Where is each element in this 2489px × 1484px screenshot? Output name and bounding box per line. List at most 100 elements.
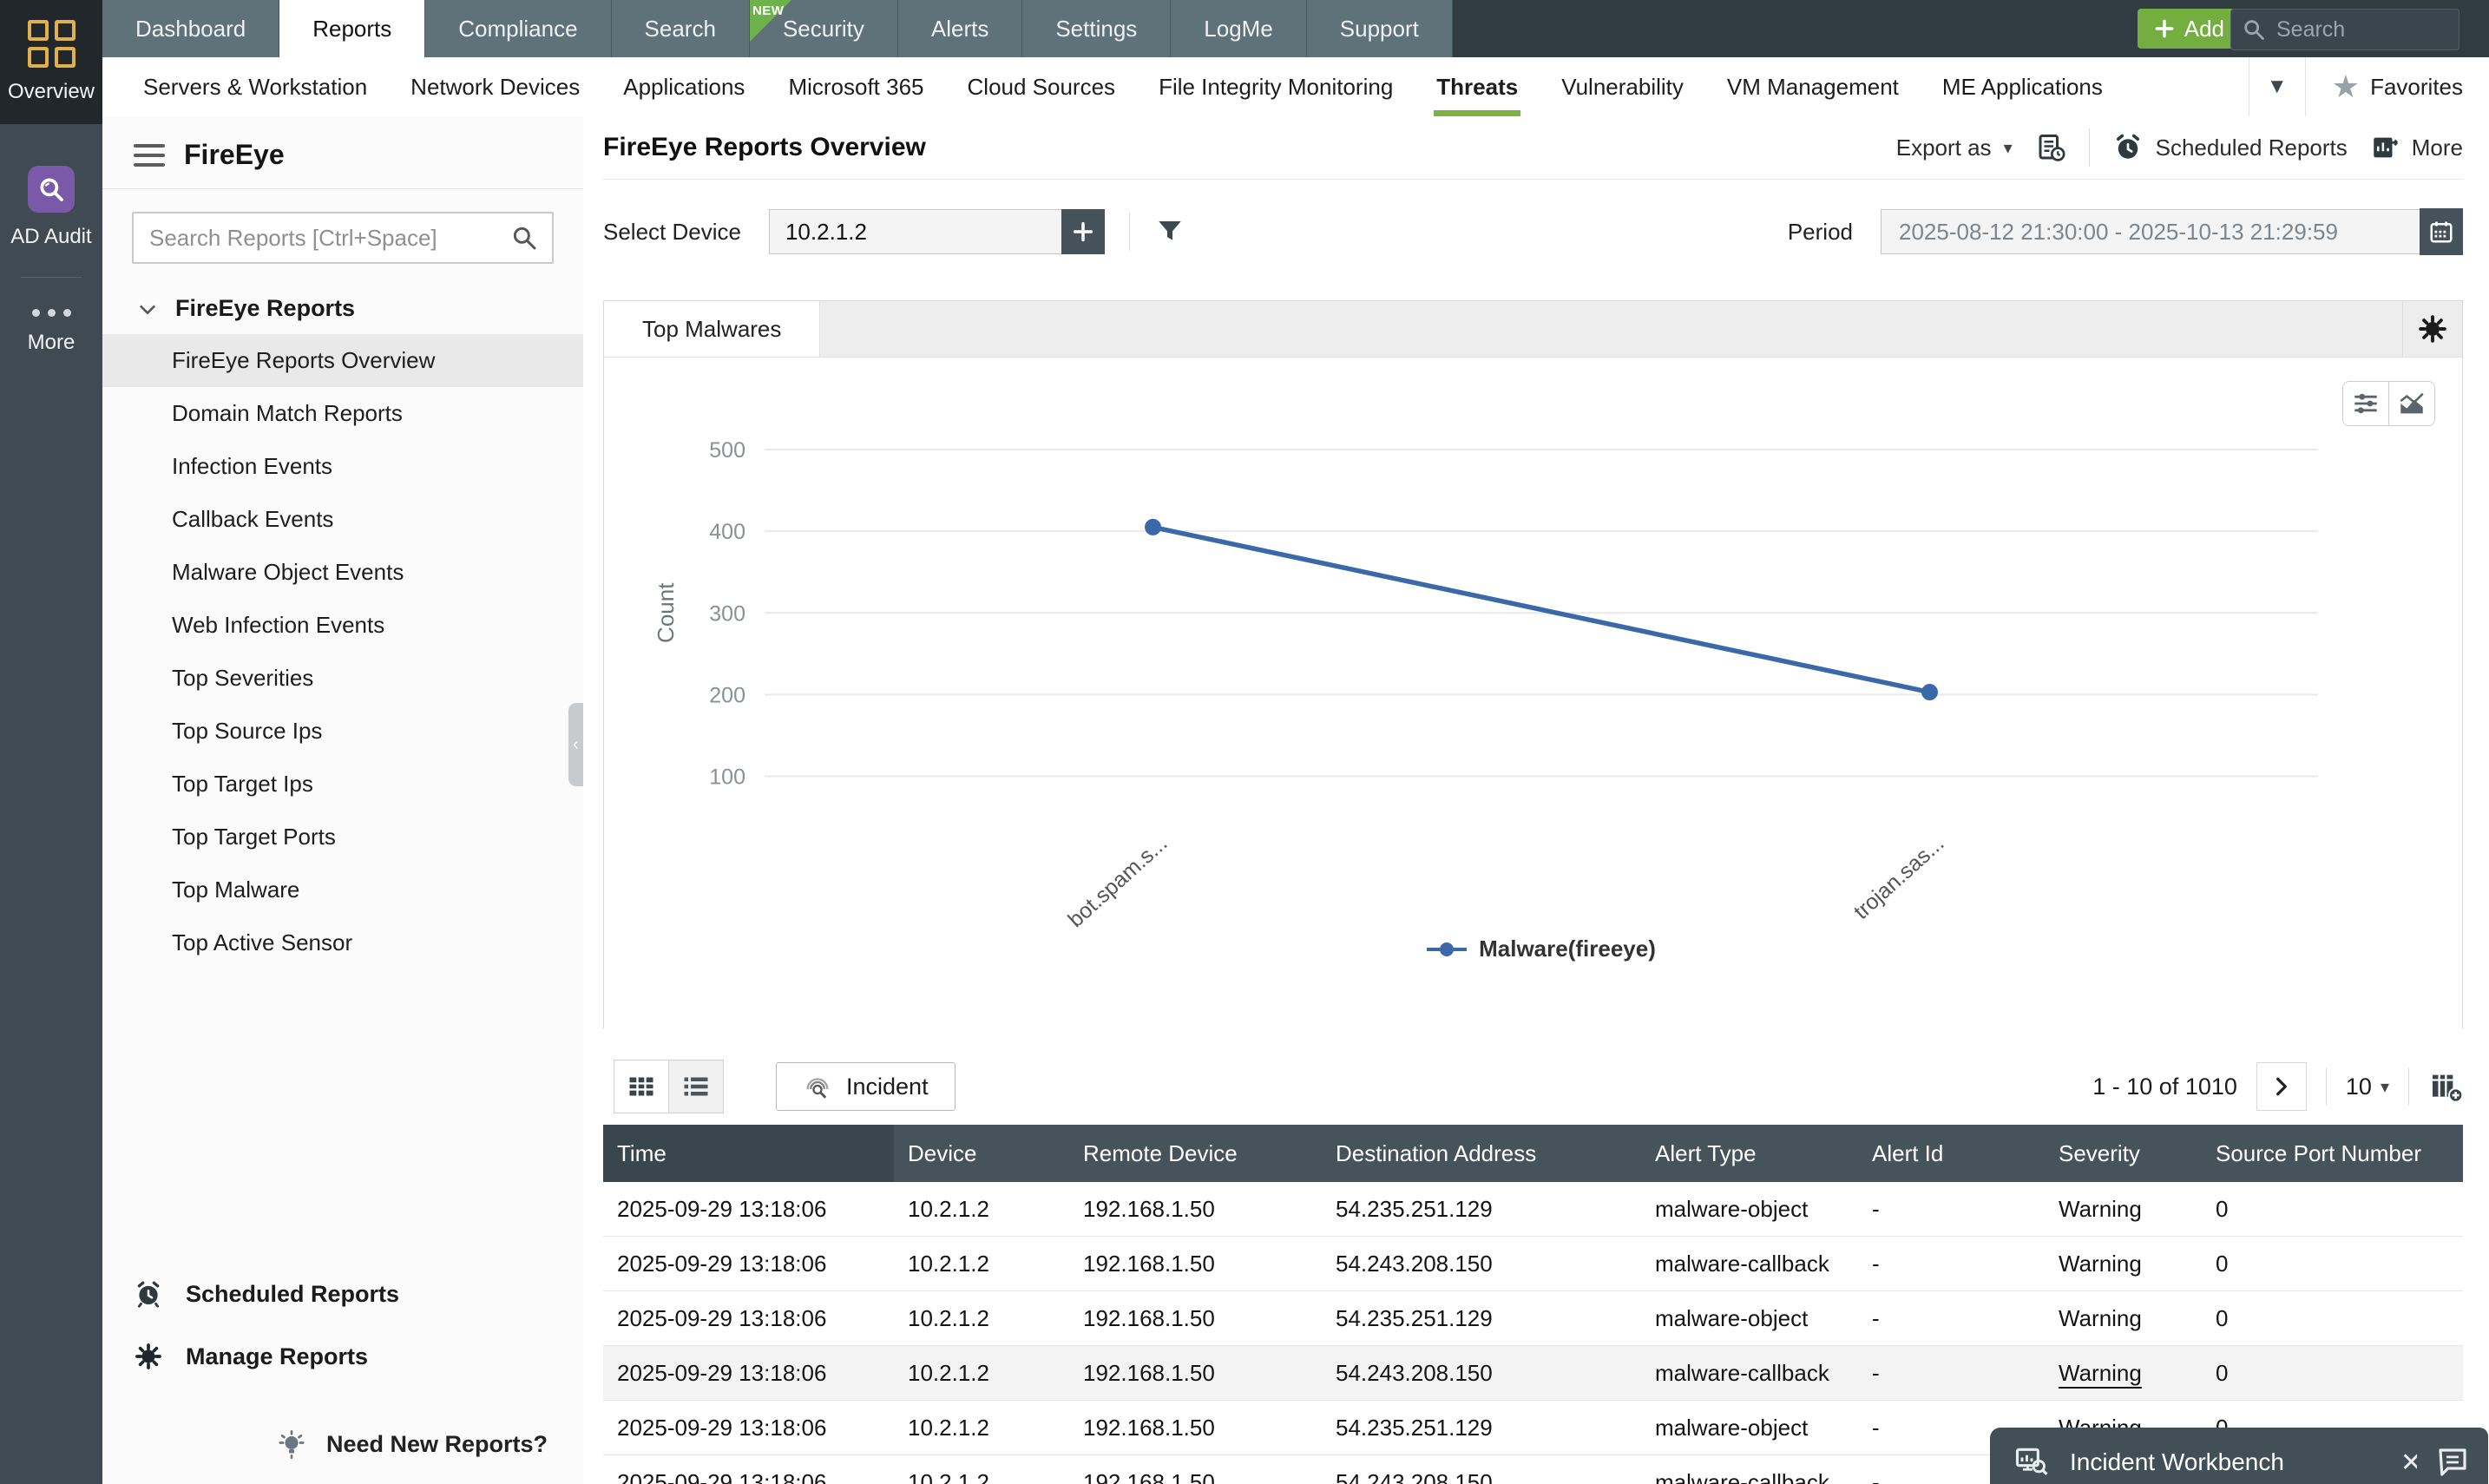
sidebar-item-malware-object-events[interactable]: Malware Object Events [102,546,583,599]
incident-workbench-popup[interactable]: Incident Workbench ✕ [1990,1428,2445,1484]
subnav-tab-servers-workstation[interactable]: Servers & Workstation [121,57,389,116]
overview-label: Overview [7,80,95,103]
global-search-input[interactable] [2275,16,2448,43]
hamburger-menu-icon[interactable] [134,143,165,167]
subnav-tab-network-devices[interactable]: Network Devices [389,57,601,116]
page-header: FireEye Reports Overview Export as ▾ Sch… [603,116,2463,180]
export-schedule-button[interactable] [2035,132,2066,163]
topnav-tab-settings[interactable]: Settings [1022,0,1172,57]
svg-text:Count: Count [653,582,679,643]
topnav-tab-logme[interactable]: LogMe [1171,0,1307,57]
more-button[interactable]: More [2370,133,2463,162]
table-row[interactable]: 2025-09-29 13:18:06 10.2.1.2 192.168.1.50 5… [603,1236,2463,1291]
topnav-tab-label: Search [644,15,716,42]
topnav-tab-support[interactable]: Support [1306,0,1453,57]
report-list: FireEye Reports Overview Domain Match Rep… [102,334,583,969]
global-search-box[interactable] [2230,9,2459,50]
sidebar-item-top-malware[interactable]: Top Malware [102,863,583,916]
next-page-button[interactable] [2256,1062,2307,1111]
report-search-box[interactable] [132,212,554,264]
topnav-tab-compliance[interactable]: Compliance [425,0,612,57]
new-badge: NEW [752,3,785,18]
svg-text:500: 500 [709,438,745,463]
topnav-tab-label: Compliance [458,15,578,42]
cell-alert-id: - [1858,1182,2045,1237]
report-group-fireeye-reports[interactable]: FireEye Reports [102,264,583,334]
chat-widget-button[interactable] [2417,1428,2488,1484]
subnav-tab-vm-management[interactable]: VM Management [1705,57,1921,116]
rail-item-ad-audit[interactable]: AD Audit [0,166,102,249]
subnav-overflow-button[interactable]: ▼ [2248,57,2306,116]
topnav-tab-search[interactable]: Search [611,0,750,57]
period-input[interactable] [1881,209,2420,254]
chart-legend-item[interactable]: Malware(fireeye) [765,936,2318,962]
subnav-tab-file-integrity-monitoring[interactable]: File Integrity Monitoring [1137,57,1415,116]
sidebar-item-top-active-sensor[interactable]: Top Active Sensor [102,916,583,969]
export-as-label: Export as [1895,134,1992,161]
rail-item-more[interactable]: More [0,309,102,355]
calendar-button[interactable] [2420,208,2463,255]
need-new-reports-link[interactable]: Need New Reports? [276,1428,548,1460]
subnav-tab-applications[interactable]: Applications [601,57,766,116]
sidebar-item-fireeye-reports-overview[interactable]: FireEye Reports Overview [102,334,583,387]
sidebar-manage-reports[interactable]: Manage Reports [102,1342,368,1371]
page-size-select[interactable]: 10 ▾ [2346,1074,2389,1100]
select-device-label: Select Device [603,218,741,245]
cell-device: 10.2.1.2 [894,1182,1069,1237]
chart-type-button[interactable] [2388,382,2434,425]
tab-top-malwares[interactable]: Top Malwares [604,301,821,357]
device-input[interactable] [768,209,1061,254]
cell-severity: Warning [2045,1290,2202,1346]
column-header-alert-id[interactable]: Alert Id [1858,1125,2045,1182]
sidebar-scheduled-reports[interactable]: Scheduled Reports [102,1279,399,1309]
subnav-tab-microsoft-365[interactable]: Microsoft 365 [766,57,945,116]
subnav-tab-cloud-sources[interactable]: Cloud Sources [946,57,1138,116]
topnav-tab-dashboard[interactable]: Dashboard [102,0,280,57]
subnav-tab-me-applications[interactable]: ME Applications [1921,57,2125,116]
column-header-destination-address[interactable]: Destination Address [1322,1125,1641,1182]
filter-funnel-icon[interactable] [1154,216,1185,247]
rail-item-overview[interactable]: Overview [0,0,102,124]
grid-view-button[interactable] [614,1060,669,1113]
sidebar-item-web-infection-events[interactable]: Web Infection Events [102,599,583,652]
list-view-button[interactable] [669,1060,723,1113]
scheduled-reports-button[interactable]: Scheduled Reports [2112,132,2348,163]
chart-settings-button[interactable] [2343,382,2388,425]
topnav-tab-security[interactable]: NEW Security [749,0,898,57]
sidebar-item-callback-events[interactable]: Callback Events [102,493,583,546]
sidebar-item-top-severities[interactable]: Top Severities [102,652,583,705]
table-row[interactable]: 2025-09-29 13:18:06 10.2.1.2 192.168.1.50 5… [603,1290,2463,1346]
sidebar-item-infection-events[interactable]: Infection Events [102,440,583,493]
export-as-button[interactable]: Export as ▾ [1896,135,2013,161]
add-device-button[interactable] [1061,209,1105,254]
column-header-alert-type[interactable]: Alert Type [1641,1125,1858,1182]
sidebar-item-top-target-ports[interactable]: Top Target Ports [102,811,583,863]
add-button[interactable]: Add [2137,9,2240,49]
subnav-tab-threats[interactable]: Threats [1415,57,1540,116]
column-header-time[interactable]: Time [603,1125,894,1182]
table-row[interactable]: 2025-09-29 13:18:06 10.2.1.2 192.168.1.50 5… [603,1182,2463,1237]
column-header-source-port-number[interactable]: Source Port Number [2202,1125,2463,1182]
incident-search-icon [803,1072,832,1101]
topnav-tab-alerts[interactable]: Alerts [897,0,1023,57]
subnav-tab-vulnerability[interactable]: Vulnerability [1540,57,1705,116]
sidebar-collapse-handle[interactable]: ‹ [568,703,583,786]
favorites-button[interactable]: ★ Favorites [2306,71,2489,102]
column-header-remote-device[interactable]: Remote Device [1069,1125,1322,1182]
topnav-tab-reports[interactable]: Reports [279,0,426,57]
cell-alert-type: malware-callback [1641,1236,1858,1291]
sidebar-item-top-source-ips[interactable]: Top Source Ips [102,705,583,758]
incident-button[interactable]: Incident [776,1062,956,1111]
document-clock-icon [2035,132,2066,163]
cell-source-port-number: 0 [2202,1182,2463,1237]
sidebar-item-domain-match-reports[interactable]: Domain Match Reports [102,387,583,440]
add-column-icon[interactable] [2428,1069,2463,1104]
cell-time: 2025-09-29 13:18:06 [603,1290,894,1346]
card-settings-button[interactable] [2402,301,2462,357]
column-header-severity[interactable]: Severity [2045,1125,2202,1182]
sidebar-item-top-target-ips[interactable]: Top Target Ips [102,758,583,811]
report-search-input[interactable] [148,223,510,253]
table-row[interactable]: 2025-09-29 13:18:06 10.2.1.2 192.168.1.50 5… [603,1345,2463,1401]
subnav-tab-label: VM Management [1726,73,1899,100]
column-header-device[interactable]: Device [894,1125,1069,1182]
